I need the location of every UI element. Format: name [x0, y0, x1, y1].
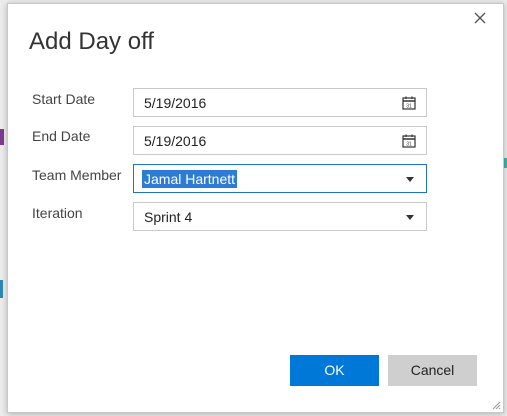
iteration-label: Iteration — [32, 205, 83, 221]
team-member-label: Team Member — [32, 167, 122, 183]
start-date-field[interactable]: 5/19/2016 31 — [133, 88, 427, 117]
ok-button[interactable]: OK — [290, 355, 379, 386]
add-day-off-dialog: Add Day off Start Date 5/19/2016 31 End … — [7, 3, 504, 413]
background-color-marker — [0, 280, 3, 298]
end-date-label: End Date — [32, 128, 91, 144]
calendar-icon[interactable]: 31 — [402, 96, 416, 110]
svg-text:31: 31 — [406, 142, 412, 148]
svg-text:31: 31 — [406, 104, 412, 110]
background-color-marker — [0, 129, 4, 145]
start-date-label: Start Date — [32, 91, 96, 107]
end-date-field[interactable]: 5/19/2016 31 — [133, 126, 427, 155]
iteration-value: Sprint 4 — [144, 209, 193, 225]
calendar-icon[interactable]: 31 — [402, 134, 416, 148]
resize-grip-icon[interactable] — [491, 400, 501, 410]
dialog-title: Add Day off — [29, 28, 154, 55]
cancel-button[interactable]: Cancel — [388, 355, 477, 386]
team-member-select[interactable]: Jamal Hartnett — [133, 164, 427, 193]
team-member-value: Jamal Hartnett — [142, 170, 238, 188]
chevron-down-icon[interactable] — [406, 215, 414, 220]
iteration-select[interactable]: Sprint 4 — [133, 202, 427, 231]
close-icon[interactable] — [471, 9, 489, 27]
chevron-down-icon[interactable] — [406, 177, 414, 182]
end-date-value: 5/19/2016 — [144, 133, 207, 149]
start-date-value: 5/19/2016 — [144, 95, 207, 111]
